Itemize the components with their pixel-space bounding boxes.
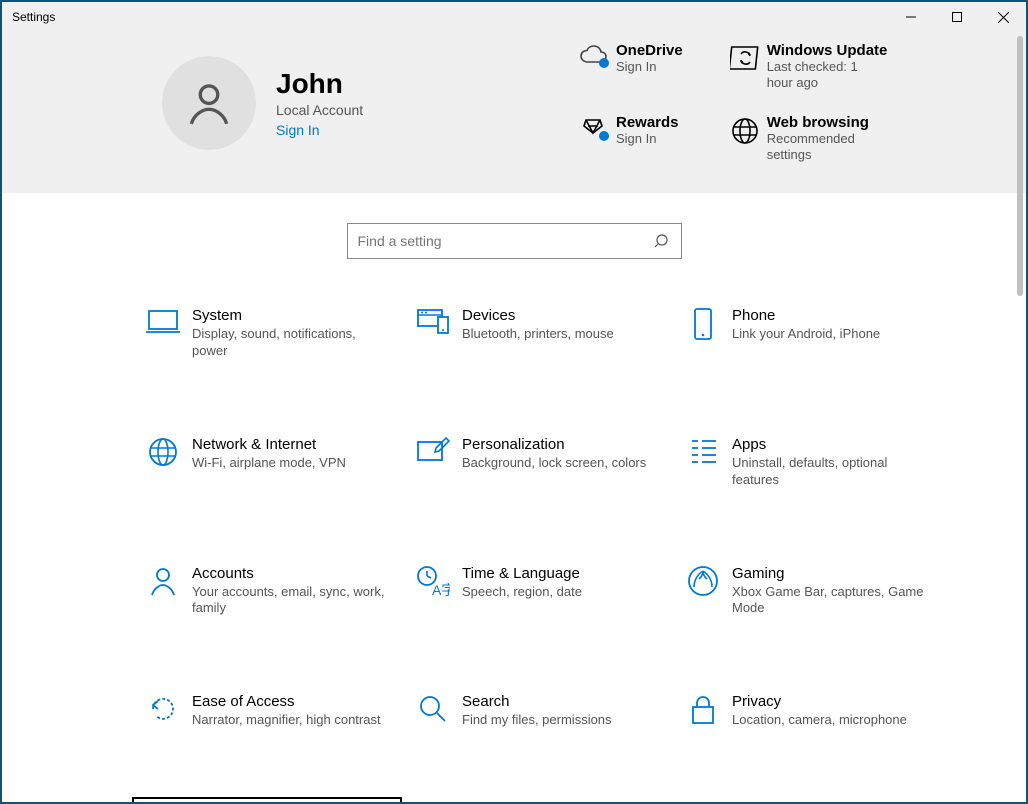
windows-update-icon [723, 42, 767, 72]
search-category-icon [408, 693, 458, 725]
status-title: Windows Update [767, 42, 888, 59]
category-phone[interactable]: Phone Link your Android, iPhone [672, 299, 942, 368]
status-title: Rewards [616, 114, 679, 131]
ease-of-access-icon [138, 693, 188, 725]
category-sub: Display, sound, notifications, power [192, 326, 392, 360]
category-sub: Bluetooth, printers, mouse [462, 326, 662, 343]
close-button[interactable] [980, 2, 1026, 32]
category-title: Privacy [732, 693, 932, 710]
category-accounts[interactable]: Accounts Your accounts, email, sync, wor… [132, 557, 402, 626]
category-sub: Your accounts, email, sync, work, family [192, 584, 392, 618]
onedrive-icon [572, 42, 616, 68]
category-time-language[interactable]: A字 Time & Language Speech, region, date [402, 557, 672, 626]
window-controls [888, 2, 1026, 32]
categories-grid: System Display, sound, notifications, po… [2, 299, 1026, 804]
status-sub: Sign In [616, 59, 683, 75]
status-web-browsing[interactable]: Web browsing Recommended settings [723, 114, 888, 164]
gaming-icon [678, 565, 728, 597]
category-sub: Find my files, permissions [462, 712, 662, 729]
category-title: Network & Internet [192, 436, 392, 453]
sign-in-link[interactable]: Sign In [276, 122, 363, 138]
privacy-icon [678, 693, 728, 727]
category-title: System [192, 307, 392, 324]
system-icon [138, 307, 188, 335]
category-sub: Xbox Game Bar, captures, Game Mode [732, 584, 932, 618]
category-gaming[interactable]: Gaming Xbox Game Bar, captures, Game Mod… [672, 557, 942, 626]
person-icon [184, 78, 234, 128]
status-rewards[interactable]: Rewards Sign In [572, 114, 683, 164]
category-personalization[interactable]: Personalization Background, lock screen,… [402, 428, 672, 497]
status-windows-update[interactable]: Windows Update Last checked: 1 hour ago [723, 42, 888, 92]
category-title: Time & Language [462, 565, 662, 582]
category-sub: Location, camera, microphone [732, 712, 932, 729]
maximize-icon [952, 12, 962, 22]
rewards-icon [572, 114, 616, 144]
close-icon [998, 12, 1009, 23]
category-privacy[interactable]: Privacy Location, camera, microphone [672, 685, 942, 737]
time-language-icon: A字 [408, 565, 458, 597]
category-sub: Background, lock screen, colors [462, 455, 662, 472]
apps-icon [678, 436, 728, 466]
category-update-security[interactable]: Update & Security Windows Update, recove… [132, 797, 402, 804]
maximize-button[interactable] [934, 2, 980, 32]
category-ease-of-access[interactable]: Ease of Access Narrator, magnifier, high… [132, 685, 402, 737]
svg-text:A字: A字 [432, 582, 450, 597]
status-onedrive[interactable]: OneDrive Sign In [572, 42, 683, 92]
category-sub: Wi-Fi, airplane mode, VPN [192, 455, 392, 472]
status-sub: Last checked: 1 hour ago [767, 59, 877, 92]
user-info: John Local Account Sign In [276, 68, 363, 138]
category-title: Devices [462, 307, 662, 324]
search-icon [655, 233, 671, 249]
category-sub: Link your Android, iPhone [732, 326, 932, 343]
category-title: Apps [732, 436, 932, 453]
scrollbar-thumb[interactable] [1017, 36, 1023, 296]
status-sub: Recommended settings [767, 131, 877, 164]
category-title: Personalization [462, 436, 662, 453]
category-system[interactable]: System Display, sound, notifications, po… [132, 299, 402, 368]
minimize-button[interactable] [888, 2, 934, 32]
settings-window: Settings John Local Account [0, 0, 1028, 804]
window-title: Settings [12, 10, 55, 24]
category-network[interactable]: Network & Internet Wi-Fi, airplane mode,… [132, 428, 402, 497]
accounts-icon [138, 565, 188, 597]
user-name: John [276, 68, 363, 100]
category-devices[interactable]: Devices Bluetooth, printers, mouse [402, 299, 672, 368]
search-area [2, 193, 1026, 299]
search-input[interactable] [358, 233, 655, 249]
account-banner: John Local Account Sign In OneDrive Sign… [2, 32, 1026, 193]
category-title: Phone [732, 307, 932, 324]
search-box[interactable] [347, 223, 682, 259]
status-sub: Sign In [616, 131, 679, 147]
category-title: Ease of Access [192, 693, 392, 710]
personalization-icon [408, 436, 458, 464]
category-sub: Speech, region, date [462, 584, 662, 601]
minimize-icon [906, 12, 916, 22]
account-type: Local Account [276, 102, 363, 118]
category-sub: Uninstall, defaults, optional features [732, 455, 932, 489]
titlebar: Settings [2, 2, 1026, 32]
category-search[interactable]: Search Find my files, permissions [402, 685, 672, 737]
category-title: Search [462, 693, 662, 710]
network-icon [138, 436, 188, 468]
avatar [162, 56, 256, 150]
phone-icon [678, 307, 728, 341]
status-title: OneDrive [616, 42, 683, 59]
category-sub: Narrator, magnifier, high contrast [192, 712, 392, 729]
category-apps[interactable]: Apps Uninstall, defaults, optional featu… [672, 428, 942, 497]
devices-icon [408, 307, 458, 335]
status-title: Web browsing [767, 114, 877, 131]
user-block: John Local Account Sign In [162, 42, 572, 163]
category-title: Accounts [192, 565, 392, 582]
status-grid: OneDrive Sign In Windows Update Last che… [572, 42, 887, 163]
category-title: Gaming [732, 565, 932, 582]
globe-icon [723, 114, 767, 146]
